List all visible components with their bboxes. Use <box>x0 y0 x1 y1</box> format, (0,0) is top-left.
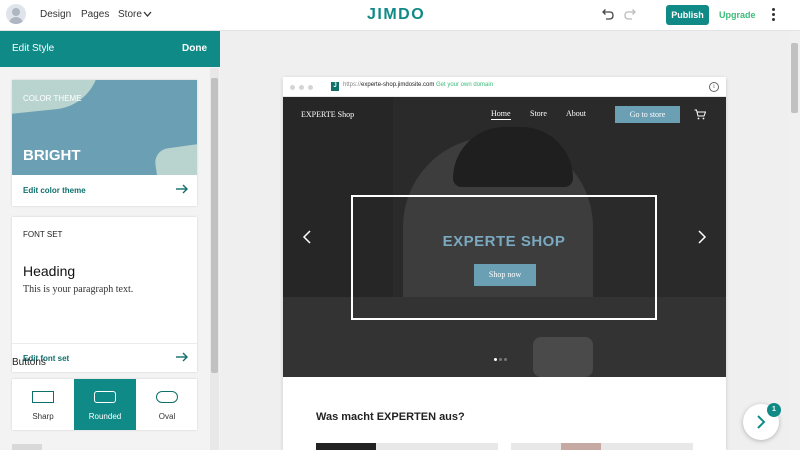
arrow-right-icon[interactable] <box>175 184 189 194</box>
hero-slider: EXPERTE Shop Home Store About Go to stor… <box>283 97 726 377</box>
rounded-shape-icon <box>94 391 116 403</box>
font-set-paragraph-sample: This is your paragraph text. <box>23 284 134 295</box>
sidebar-scrollbar[interactable] <box>210 68 219 450</box>
site-preview: J https://experte-shop.jimdosite.com Get… <box>283 77 726 450</box>
kebab-menu-icon[interactable] <box>772 8 776 22</box>
redo-icon[interactable] <box>624 7 638 21</box>
sidebar-scroll-thumb[interactable] <box>211 78 218 373</box>
publish-button[interactable]: Publish <box>666 5 709 25</box>
upgrade-link[interactable]: Upgrade <box>719 10 756 20</box>
slider-next-icon[interactable] <box>697 230 707 244</box>
font-set-label: FONT SET <box>23 230 63 239</box>
site-nav-about[interactable]: About <box>566 109 586 118</box>
button-style-sharp[interactable]: Sharp <box>12 379 74 430</box>
font-set-heading-sample: Heading <box>23 263 76 279</box>
button-style-label: Sharp <box>32 412 54 421</box>
button-style-rounded[interactable]: Rounded <box>74 379 136 430</box>
slider-prev-icon[interactable] <box>302 230 312 244</box>
color-theme-card[interactable]: COLOR THEME BRIGHT Edit color theme <box>12 80 197 206</box>
jimdo-favicon-icon: J <box>331 82 339 91</box>
sidebar-header: Edit Style Done <box>0 31 220 67</box>
content-image <box>511 443 693 450</box>
cart-icon[interactable] <box>694 109 706 120</box>
button-style-label: Rounded <box>88 412 122 421</box>
slider-dots[interactable] <box>494 346 514 361</box>
button-style-label: Oval <box>158 412 176 421</box>
url-text: https://experte-shop.jimdosite.com <box>343 82 435 88</box>
divider <box>12 343 197 344</box>
slider-dot[interactable] <box>504 358 507 361</box>
sharp-shape-icon <box>32 391 54 403</box>
window-dot <box>290 85 295 90</box>
go-to-store-button[interactable]: Go to store <box>615 106 680 123</box>
nav-design[interactable]: Design <box>40 9 71 20</box>
url-bar: J https://experte-shop.jimdosite.com Get… <box>331 81 701 93</box>
chevron-down-icon[interactable] <box>143 11 152 18</box>
browser-chrome: J https://experte-shop.jimdosite.com Get… <box>283 77 726 97</box>
shop-now-button[interactable]: Shop now <box>474 264 536 286</box>
main-scroll-thumb[interactable] <box>791 43 798 113</box>
info-icon[interactable]: i <box>709 82 719 92</box>
site-nav-store[interactable]: Store <box>530 109 547 118</box>
window-dot <box>308 85 313 90</box>
edit-style-sidebar: Edit Style Done COLOR THEME BRIGHT Edit … <box>0 31 220 450</box>
hero-frame: EXPERTE SHOP Shop now <box>351 195 657 320</box>
edit-color-theme-link[interactable]: Edit color theme <box>23 186 86 195</box>
main-scrollbar[interactable] <box>789 31 800 450</box>
slider-dot[interactable] <box>499 358 502 361</box>
undo-icon[interactable] <box>600 7 614 21</box>
window-dot <box>299 85 304 90</box>
button-style-selector: Sharp Rounded Oval <box>12 379 197 430</box>
avatar-icon[interactable] <box>6 4 26 24</box>
top-bar: Design Pages Store JIMDO Publish Upgrade <box>0 0 800 31</box>
done-button[interactable]: Done <box>182 43 207 54</box>
site-brand[interactable]: EXPERTE Shop <box>301 110 354 119</box>
jimdo-logo: JIMDO <box>367 6 426 23</box>
nav-store[interactable]: Store <box>118 9 142 20</box>
hero-title: EXPERTE SHOP <box>442 233 566 250</box>
get-domain-link[interactable]: Get your own domain <box>436 82 493 88</box>
arrow-right-icon[interactable] <box>175 352 189 362</box>
content-image <box>316 443 498 450</box>
sidebar-title: Edit Style <box>12 43 55 54</box>
site-nav-home[interactable]: Home <box>491 109 511 120</box>
next-section-title-partial <box>12 444 42 450</box>
chevron-right-icon <box>757 415 766 429</box>
slider-dot[interactable] <box>494 358 497 361</box>
font-set-card[interactable]: FONT SET Heading This is your paragraph … <box>12 217 197 372</box>
notification-badge: 1 <box>767 403 781 417</box>
buttons-section-title: Buttons <box>12 357 46 368</box>
color-theme-preview[interactable]: COLOR THEME BRIGHT <box>12 80 197 175</box>
section-heading: Was macht EXPERTEN aus? <box>316 411 465 423</box>
nav-pages[interactable]: Pages <box>81 9 109 20</box>
oval-shape-icon <box>156 391 178 403</box>
color-theme-label: COLOR THEME <box>23 94 82 103</box>
button-style-oval[interactable]: Oval <box>136 379 198 430</box>
color-theme-name: BRIGHT <box>23 147 81 164</box>
